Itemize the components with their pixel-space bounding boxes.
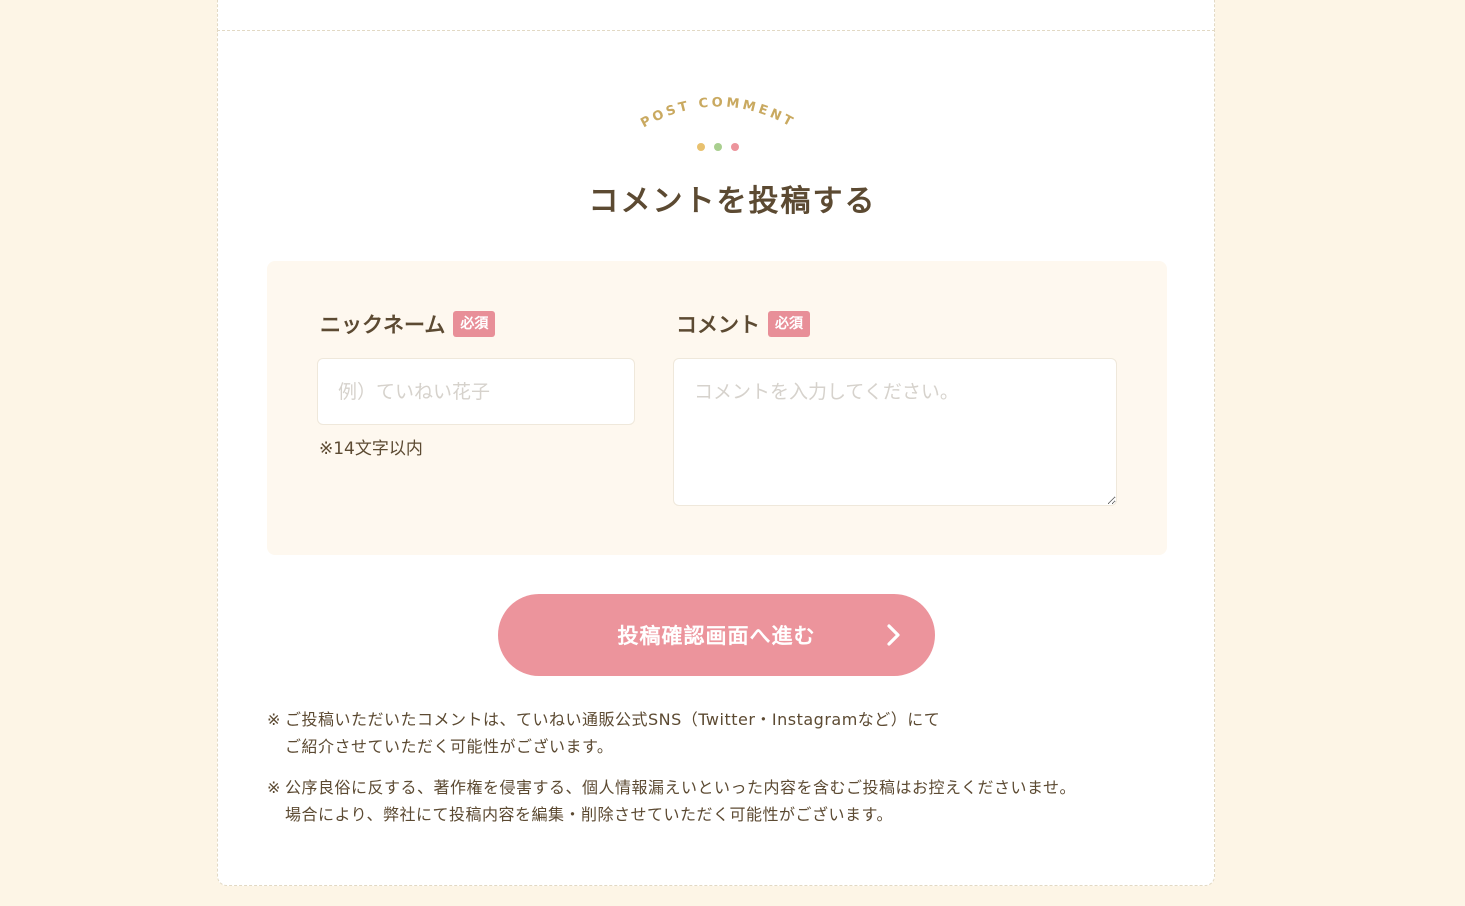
note-text: ご投稿いただいたコメントは、ていねい通販公式SNS（Twitter・Instag… — [285, 710, 941, 729]
post-comment-eyebrow: POST COMMENT — [638, 95, 797, 131]
chevron-right-icon — [887, 624, 900, 646]
note-mark: ※ — [267, 778, 281, 797]
note-policy: ※ 公序良俗に反する、著作権を侵害する、個人情報漏えいといった内容を含むご投稿はお… — [267, 774, 1076, 828]
nickname-label-group: ニックネーム 必須 — [320, 309, 496, 339]
note-sns: ※ ご投稿いただいたコメントは、ていねい通販公式SNS（Twitter・Insta… — [267, 706, 940, 760]
dot-yellow — [697, 143, 705, 151]
note-text: 公序良俗に反する、著作権を侵害する、個人情報漏えいといった内容を含むご投稿はお控… — [285, 778, 1077, 797]
required-badge: 必須 — [768, 311, 810, 337]
nickname-hint: ※14文字以内 — [319, 439, 423, 459]
note-line: 場合により、弊社にて投稿内容を編集・削除させていただく可能性がございます。 — [285, 805, 893, 824]
nickname-label: ニックネーム — [320, 313, 446, 337]
submit-confirm-button[interactable]: 投稿確認画面へ進む — [498, 594, 935, 676]
dot-pink — [731, 143, 739, 151]
comment-label: コメント — [676, 313, 760, 337]
note-line: ご紹介させていただく可能性がございます。 — [285, 737, 614, 756]
comment-textarea[interactable] — [673, 358, 1117, 506]
note-line: ※ 公序良俗に反する、著作権を侵害する、個人情報漏えいといった内容を含むご投稿はお… — [267, 774, 1076, 801]
dot-green — [714, 143, 722, 151]
note-mark: ※ — [267, 710, 281, 729]
required-badge: 必須 — [453, 311, 496, 337]
note-line: ※ ご投稿いただいたコメントは、ていねい通販公式SNS（Twitter・Insta… — [267, 706, 940, 733]
nickname-input[interactable] — [317, 358, 635, 425]
section-title: コメントを投稿する — [588, 184, 877, 219]
previous-card-bottom — [217, 0, 1215, 31]
decorative-dots — [697, 143, 739, 151]
comment-label-group: コメント 必須 — [676, 309, 810, 339]
submit-button-label: 投稿確認画面へ進む — [617, 624, 816, 648]
eyebrow-text: POST COMMENT — [638, 95, 797, 131]
